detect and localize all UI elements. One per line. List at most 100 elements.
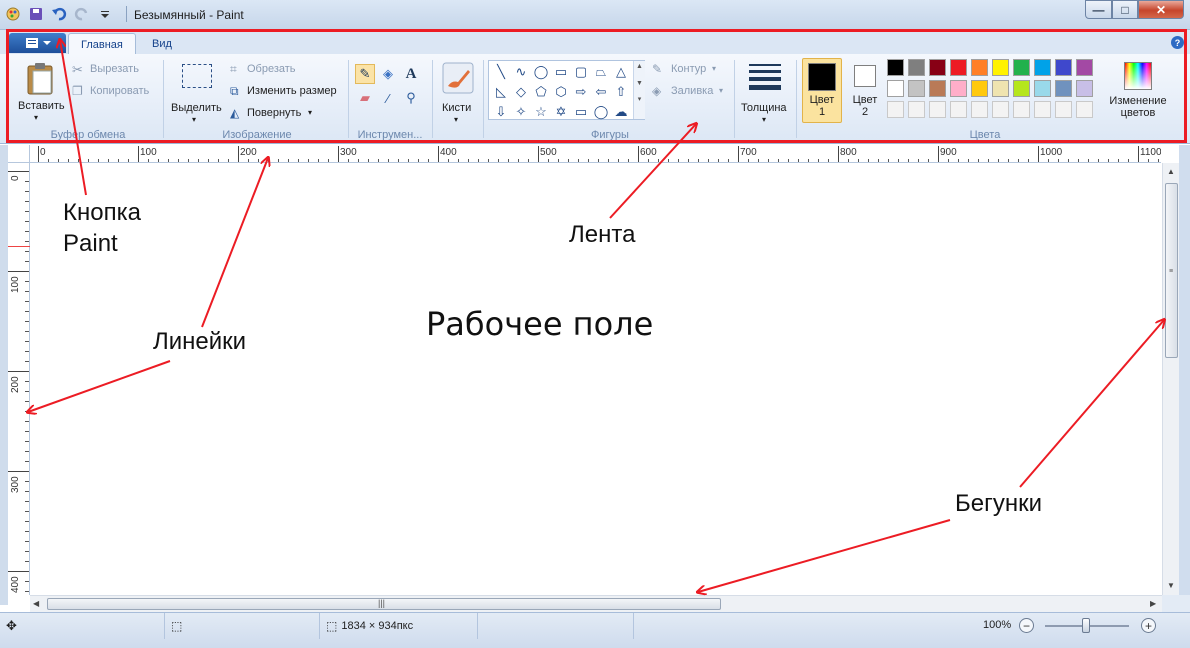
zoom-in-button[interactable]: + [1141, 618, 1156, 633]
resize-button[interactable]: ⧉ Изменить размер [230, 84, 350, 100]
hexagon-shape-icon[interactable]: ⬡ [551, 82, 571, 102]
palette-swatch[interactable] [1076, 80, 1093, 97]
right-triangle-shape-icon[interactable]: ◺ [491, 82, 511, 102]
six-point-star-shape-icon[interactable]: ✡ [551, 102, 571, 122]
tab-view[interactable]: Вид [140, 33, 184, 55]
scroll-up-arrow-icon[interactable]: ▲ [1167, 167, 1175, 176]
left-arrow-shape-icon[interactable]: ⇦ [591, 82, 611, 102]
palette-swatch[interactable] [929, 80, 946, 97]
vertical-scroll-thumb[interactable]: ≡ [1165, 183, 1178, 358]
paint-app-icon[interactable] [4, 5, 22, 23]
down-arrow-shape-icon[interactable]: ⇩ [491, 102, 511, 122]
palette-swatch[interactable] [950, 59, 967, 76]
color2-button[interactable]: Цвет 2 [845, 58, 885, 123]
expand-gallery-icon[interactable]: ▾ [634, 95, 645, 103]
palette-swatch-empty[interactable] [1076, 101, 1093, 118]
palette-swatch-empty[interactable] [887, 101, 904, 118]
tab-home[interactable]: Главная [68, 33, 136, 55]
maximize-button[interactable]: □ [1112, 0, 1138, 19]
five-point-star-shape-icon[interactable]: ☆ [531, 102, 551, 122]
shapes-gallery-scrollbar[interactable]: ▲ ▼ ▾ [633, 61, 645, 119]
color1-button[interactable]: Цвет 1 [802, 58, 842, 123]
palette-swatch[interactable] [1055, 59, 1072, 76]
minimize-button[interactable]: — [1085, 0, 1112, 19]
redo-icon[interactable] [73, 5, 91, 23]
magnifier-icon[interactable]: ⚲ [401, 88, 421, 108]
palette-swatch[interactable] [887, 80, 904, 97]
palette-swatch[interactable] [971, 80, 988, 97]
customize-qat-icon[interactable] [96, 5, 114, 23]
palette-swatch[interactable] [1034, 80, 1051, 97]
palette-swatch[interactable] [908, 59, 925, 76]
right-arrow-shape-icon[interactable]: ⇨ [571, 82, 591, 102]
rectangle-shape-icon[interactable]: ▭ [551, 62, 571, 82]
triangle-shape-icon[interactable]: △ [611, 62, 631, 82]
close-button[interactable]: ✕ [1138, 0, 1184, 19]
vertical-scrollbar[interactable]: ▲ ≡ ▼ [1162, 163, 1179, 595]
scroll-right-arrow-icon[interactable]: ▶ [1150, 599, 1156, 608]
up-arrow-shape-icon[interactable]: ⇧ [611, 82, 631, 102]
shapes-gallery[interactable]: ╲ ∿ ◯ ▭ ▢ ⏢ △ ◺ ◇ ⬠ ⬡ ⇨ ⇦ ⇧ ⇩ ✧ ☆ ✡ ▭ ◯ … [488, 60, 645, 120]
palette-swatch[interactable] [1076, 59, 1093, 76]
diamond-shape-icon[interactable]: ◇ [511, 82, 531, 102]
fill-button[interactable]: ◈ Заливка ▾ [652, 84, 732, 100]
palette-swatch[interactable] [929, 59, 946, 76]
copy-button[interactable]: ❐ Копировать [72, 84, 162, 100]
scroll-up-icon[interactable]: ▲ [634, 63, 645, 70]
palette-swatch[interactable] [887, 59, 904, 76]
palette-swatch-empty[interactable] [950, 101, 967, 118]
pentagon-shape-icon[interactable]: ⬠ [531, 82, 551, 102]
scroll-left-arrow-icon[interactable]: ◀ [33, 599, 39, 608]
palette-swatch[interactable] [992, 80, 1009, 97]
pencil-icon[interactable]: ✎ [355, 64, 375, 84]
curve-shape-icon[interactable]: ∿ [511, 62, 531, 82]
outline-button[interactable]: ✎ Контур ▾ [652, 62, 732, 78]
oval-shape-icon[interactable]: ◯ [531, 62, 551, 82]
eraser-icon[interactable]: ▰ [355, 88, 375, 108]
scroll-down-arrow-icon[interactable]: ▼ [1167, 581, 1175, 590]
four-point-star-shape-icon[interactable]: ✧ [511, 102, 531, 122]
brushes-button[interactable]: Кисти ▾ [438, 60, 478, 128]
palette-swatch-empty[interactable] [929, 101, 946, 118]
color-picker-icon[interactable]: ⁄ [378, 88, 398, 108]
horizontal-scrollbar[interactable]: ◀ ||| ▶ [30, 595, 1162, 612]
rotate-button[interactable]: ◭ Повернуть ▾ [230, 106, 330, 122]
save-icon[interactable] [27, 5, 45, 23]
help-icon[interactable]: ? [1171, 36, 1184, 49]
palette-swatch[interactable] [908, 80, 925, 97]
horizontal-scroll-thumb[interactable]: ||| [47, 598, 721, 610]
crop-button[interactable]: ⌗ Обрезать [230, 62, 320, 78]
fill-bucket-icon[interactable]: ◈ [378, 64, 398, 84]
palette-swatch-empty[interactable] [992, 101, 1009, 118]
palette-swatch[interactable] [950, 80, 967, 97]
palette-swatch[interactable] [1013, 59, 1030, 76]
cut-button[interactable]: ✂ Вырезать [72, 62, 152, 78]
palette-swatch-empty[interactable] [908, 101, 925, 118]
palette-swatch-empty[interactable] [1055, 101, 1072, 118]
palette-swatch[interactable] [1055, 80, 1072, 97]
zoom-out-button[interactable]: − [1019, 618, 1034, 633]
select-label: Выделить [171, 102, 222, 114]
palette-swatch[interactable] [1034, 59, 1051, 76]
palette-swatch-empty[interactable] [1013, 101, 1030, 118]
palette-swatch-empty[interactable] [1034, 101, 1051, 118]
size-button[interactable]: Толщина ▾ [738, 60, 792, 128]
polygon-shape-icon[interactable]: ⏢ [591, 62, 611, 82]
palette-swatch[interactable] [992, 59, 1009, 76]
cloud-callout-shape-icon[interactable]: ☁ [611, 102, 631, 122]
paste-button[interactable]: Вставить ▾ [14, 58, 65, 128]
undo-icon[interactable] [50, 5, 68, 23]
palette-swatch-empty[interactable] [971, 101, 988, 118]
edit-colors-button[interactable]: Изменение цветов [1106, 58, 1170, 128]
callout-oval-shape-icon[interactable]: ◯ [591, 102, 611, 122]
zoom-slider-thumb[interactable] [1082, 618, 1090, 633]
rounded-rectangle-shape-icon[interactable]: ▢ [571, 62, 591, 82]
scroll-down-icon[interactable]: ▼ [634, 80, 645, 87]
line-shape-icon[interactable]: ╲ [491, 62, 511, 82]
palette-swatch[interactable] [971, 59, 988, 76]
callout-rectangle-shape-icon[interactable]: ▭ [571, 102, 591, 122]
select-button[interactable]: Выделить ▾ [168, 60, 224, 128]
text-tool-icon[interactable]: A [401, 64, 421, 84]
paint-menu-button[interactable] [9, 33, 66, 53]
palette-swatch[interactable] [1013, 80, 1030, 97]
